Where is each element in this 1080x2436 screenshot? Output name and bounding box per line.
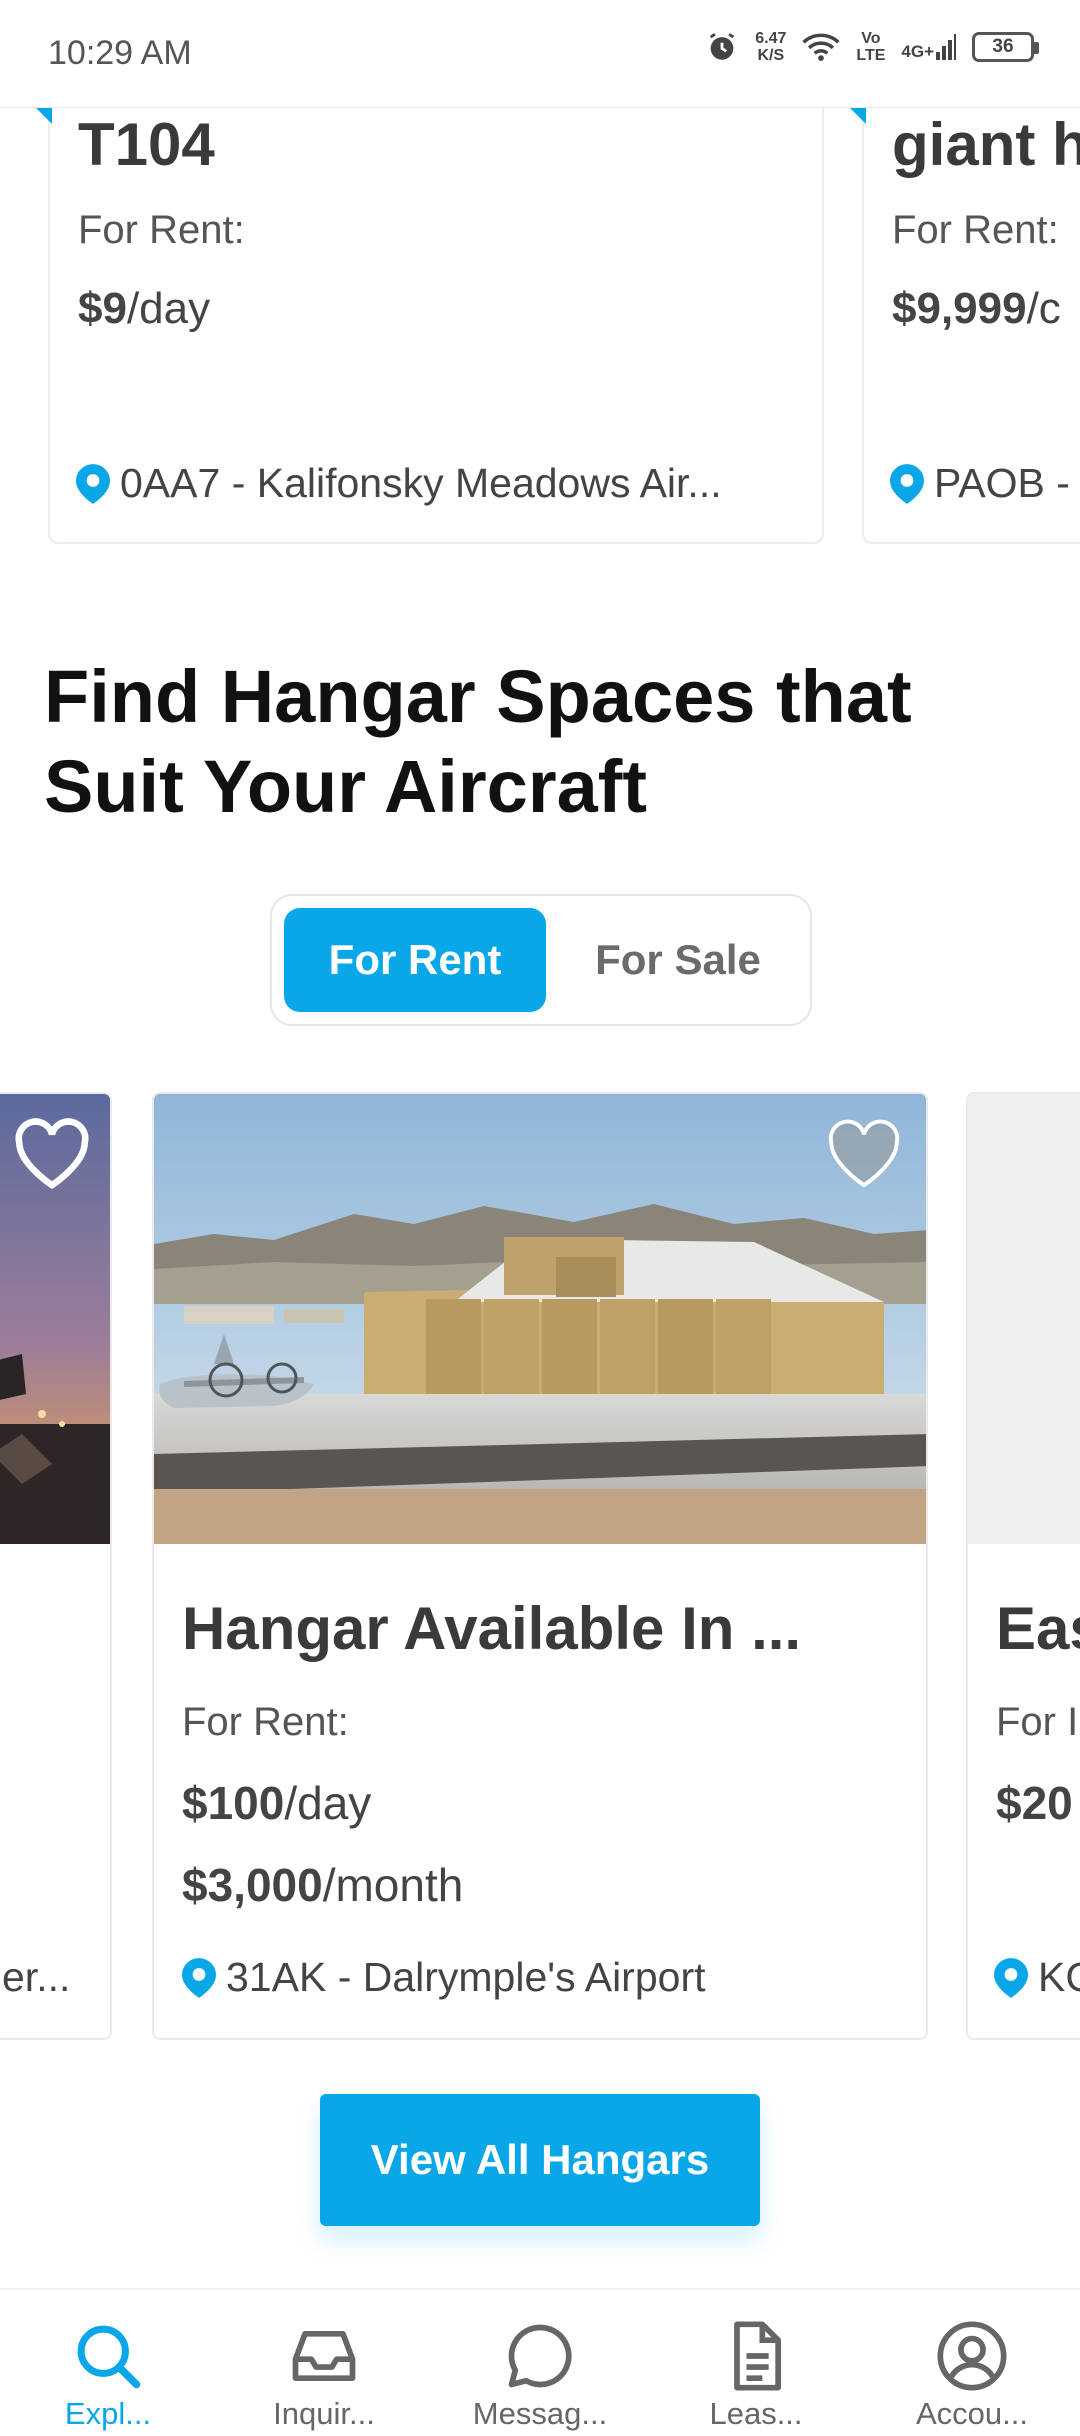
hangar-card-rent-label: For Rent:	[182, 1700, 349, 1744]
hangar-card[interactable]: er...	[0, 1092, 112, 2040]
top-card-price: $9,999/c	[892, 284, 1061, 333]
nav-item-account[interactable]: Accou...	[864, 2290, 1080, 2436]
hangar-image	[154, 1094, 926, 1544]
hangar-card-price: $20	[996, 1777, 1073, 1829]
nav-item-leases[interactable]: Leas...	[648, 2290, 864, 2436]
nav-label: Accou...	[916, 2396, 1028, 2431]
top-card-price: $9/day	[78, 284, 211, 333]
status-bar: 10:29 AM 6.47 K/S Vo LTE 4G+ 36	[0, 0, 1080, 108]
hangar-card[interactable]: Eas For I $20 KC	[966, 1092, 1080, 2040]
nav-item-messages[interactable]: Messag...	[432, 2290, 648, 2436]
hangar-card-price-day: $100/day	[182, 1777, 372, 1829]
location-pin-icon	[76, 463, 110, 504]
nav-label: Inquir...	[273, 2396, 375, 2431]
rent-sale-toggle: For Rent For Sale	[270, 894, 812, 1026]
wifi-icon	[802, 33, 840, 61]
inbox-icon	[292, 2330, 356, 2382]
top-card-rent-label: For Rent:	[78, 208, 245, 252]
nav-item-explore[interactable]: Expl...	[0, 2290, 216, 2436]
status-time: 10:29 AM	[48, 34, 192, 72]
favorite-heart-icon[interactable]	[824, 1118, 904, 1190]
network-indicator: 4G+	[901, 34, 956, 60]
top-card-title: T104	[78, 111, 215, 178]
nav-label: Expl...	[64, 2396, 152, 2431]
search-icon	[77, 2325, 141, 2389]
alarm-icon	[710, 33, 735, 60]
view-all-hangars-button[interactable]: View All Hangars	[320, 2094, 760, 2226]
battery-icon: 36	[972, 32, 1039, 62]
user-circle-icon	[937, 2321, 1007, 2391]
hangar-card-title: Eas	[996, 1595, 1080, 1662]
top-card-location: PAOB -	[890, 460, 1070, 507]
document-icon	[734, 2321, 782, 2391]
net-speed: 6.47 K/S	[755, 30, 787, 64]
top-card-corner-marker	[850, 108, 866, 124]
location-pin-icon	[890, 463, 924, 504]
hangar-card-title: Hangar Available In ...	[182, 1595, 802, 1662]
nav-label: Messag...	[472, 2396, 608, 2431]
hangar-card-price-month: $3,000/month	[182, 1859, 464, 1911]
for-rent-toggle-button[interactable]: For Rent	[284, 908, 546, 1012]
nav-item-inquiries[interactable]: Inquir...	[216, 2290, 432, 2436]
hangar-image-placeholder	[968, 1094, 1080, 1544]
hangar-card-location: KC	[994, 1954, 1080, 2001]
location-pin-icon	[182, 1957, 216, 1998]
chat-bubble-icon	[508, 2324, 572, 2388]
top-card-title: giant h	[892, 111, 1080, 178]
top-card-corner-marker	[36, 108, 52, 124]
top-card-rent-label: For Rent:	[892, 208, 1059, 252]
hangar-card-location: 31AK - Dalrymple's Airport	[182, 1954, 706, 2001]
bottom-nav: Expl... Inquir... Messag... Leas... Acco…	[0, 2288, 1080, 2436]
favorite-heart-icon[interactable]	[12, 1118, 92, 1190]
volte-indicator: Vo LTE	[856, 30, 886, 64]
location-pin-icon	[994, 1957, 1028, 1998]
hangar-card-rent-label: For I	[996, 1700, 1079, 1744]
nav-label: Leas...	[709, 2396, 803, 2431]
signal-icon	[936, 34, 956, 60]
hangar-card-location: er...	[2, 1954, 71, 2000]
for-sale-toggle-button[interactable]: For Sale	[558, 908, 798, 1012]
hangar-card[interactable]: Hangar Available In ... For Rent: $100/d…	[152, 1092, 928, 2040]
top-card-location: 0AA7 - Kalifonsky Meadows Air...	[76, 460, 722, 507]
status-icons: 6.47 K/S Vo LTE 4G+ 36	[705, 30, 1039, 64]
section-title: Find Hangar Spaces that Suit Your Aircra…	[44, 655, 912, 828]
